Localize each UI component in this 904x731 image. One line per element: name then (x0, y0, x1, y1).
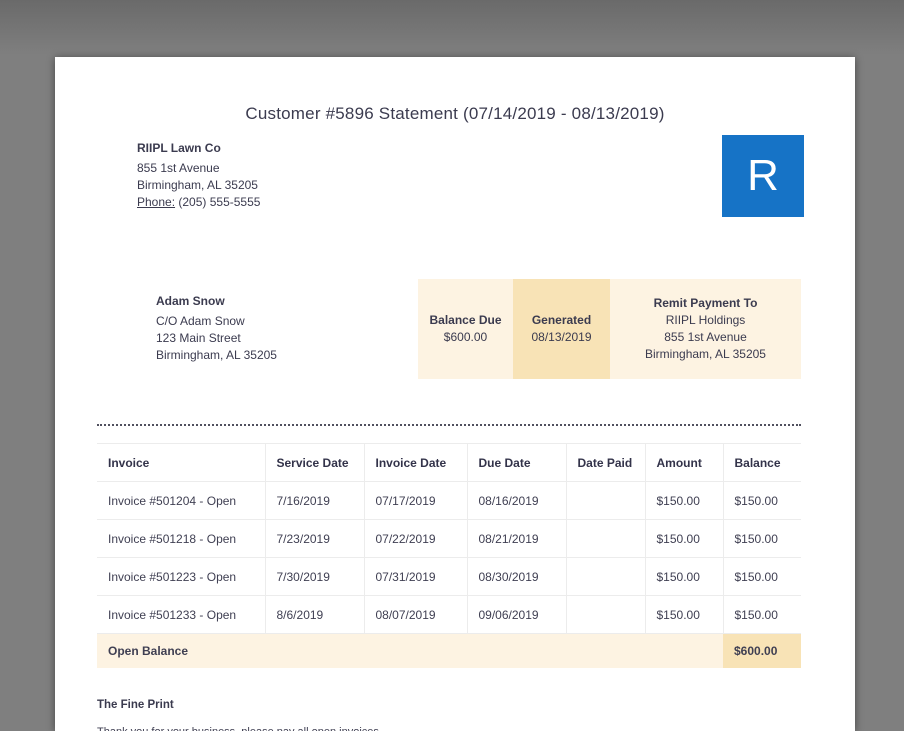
generated-label: Generated (531, 313, 592, 327)
cell-date-paid (565, 519, 645, 558)
customer-summary-row: Adam Snow C/O Adam Snow 123 Main Street … (55, 279, 855, 379)
remit-label: Remit Payment To (653, 296, 758, 310)
header-balance: Balance (722, 443, 801, 482)
cell-service-date: 7/30/2019 (264, 557, 364, 596)
customer-line1: C/O Adam Snow (156, 314, 245, 328)
cell-date-paid (565, 557, 645, 596)
balance-due-cell: Balance Due $600.00 (418, 279, 513, 379)
cell-amount: $150.00 (644, 481, 723, 520)
header-invoice: Invoice (108, 456, 150, 470)
cell-amount: $150.00 (644, 595, 723, 634)
cell-due-date: 09/06/2019 (466, 595, 566, 634)
cell-service-date: 7/16/2019 (264, 481, 364, 520)
remit-line2: 855 1st Avenue (664, 330, 747, 344)
cell-due-date: 08/30/2019 (466, 557, 566, 596)
company-header: RIIPL Lawn Co 855 1st Avenue Birmingham,… (55, 135, 855, 217)
cell-invoice: Invoice #501218 - Open (108, 532, 237, 546)
company-block: RIIPL Lawn Co 855 1st Avenue Birmingham,… (137, 140, 260, 211)
phone-value: (205) 555-5555 (178, 195, 261, 209)
page-title: Customer #5896 Statement (07/14/2019 - 0… (245, 104, 665, 123)
header-invoice-date: Invoice Date (363, 443, 467, 482)
cell-invoice-date: 07/22/2019 (363, 519, 467, 558)
remit-line3: Birmingham, AL 35205 (645, 347, 766, 361)
table-row: Invoice #501223 - Open 7/30/2019 07/31/2… (97, 557, 801, 596)
company-logo: R (722, 135, 804, 217)
table-row: Invoice #501218 - Open 7/23/2019 07/22/2… (97, 519, 801, 558)
cell-service-date: 7/23/2019 (264, 519, 364, 558)
cell-balance: $150.00 (722, 519, 801, 558)
remit-line1: RIIPL Holdings (665, 313, 746, 327)
cell-amount: $150.00 (644, 557, 723, 596)
cell-invoice: Invoice #501204 - Open (108, 494, 237, 508)
fine-print-title: The Fine Print (97, 699, 174, 711)
table-row: Invoice #501204 - Open 7/16/2019 07/17/2… (97, 481, 801, 520)
header-amount: Amount (644, 443, 723, 482)
table-row: Invoice #501233 - Open 8/6/2019 08/07/20… (97, 595, 801, 634)
cell-balance: $150.00 (722, 557, 801, 596)
cell-due-date: 08/21/2019 (466, 519, 566, 558)
header-date-paid: Date Paid (565, 443, 645, 482)
open-balance-value: $600.00 (723, 633, 801, 668)
cell-invoice-date: 07/17/2019 (363, 481, 467, 520)
cell-due-date: 08/16/2019 (466, 481, 566, 520)
generated-value: 08/13/2019 (531, 330, 592, 344)
customer-name: Adam Snow (156, 294, 225, 308)
cell-balance: $150.00 (722, 595, 801, 634)
generated-cell: Generated 08/13/2019 (513, 279, 610, 379)
fine-print-body: Thank you for your business, please pay … (97, 726, 801, 731)
company-address-line1: 855 1st Avenue (137, 161, 220, 175)
customer-line2: 123 Main Street (156, 331, 241, 345)
cell-invoice: Invoice #501223 - Open (108, 570, 237, 584)
cell-balance: $150.00 (722, 481, 801, 520)
cell-invoice-date: 08/07/2019 (363, 595, 467, 634)
company-phone: Phone: (205) 555-5555 (137, 194, 260, 211)
open-balance-row: Open Balance $600.00 (97, 633, 801, 668)
phone-label: Phone: (137, 195, 176, 209)
table-header-row: Invoice Service Date Invoice Date Due Da… (97, 443, 801, 482)
dotted-divider (97, 424, 801, 426)
customer-block: Adam Snow C/O Adam Snow 123 Main Street … (156, 279, 277, 379)
balance-due-label: Balance Due (429, 313, 502, 327)
open-balance-label: Open Balance (97, 633, 723, 668)
logo-letter: R (747, 151, 779, 200)
balance-due-value: $600.00 (443, 330, 488, 344)
cell-invoice: Invoice #501233 - Open (108, 608, 237, 622)
company-name: RIIPL Lawn Co (137, 141, 221, 155)
summary-box: Balance Due $600.00 Generated 08/13/2019… (418, 279, 801, 379)
company-address-line2: Birmingham, AL 35205 (137, 178, 258, 192)
header-due-date: Due Date (466, 443, 566, 482)
customer-line3: Birmingham, AL 35205 (156, 348, 277, 362)
cell-date-paid (565, 595, 645, 634)
fine-print-section: The Fine Print Thank you for your busine… (97, 699, 801, 731)
header-service-date: Service Date (264, 443, 364, 482)
cell-amount: $150.00 (644, 519, 723, 558)
cell-date-paid (565, 481, 645, 520)
statement-page: Customer #5896 Statement (07/14/2019 - 0… (55, 57, 855, 731)
cell-service-date: 8/6/2019 (264, 595, 364, 634)
remit-payment-cell: Remit Payment To RIIPL Holdings 855 1st … (610, 279, 801, 379)
cell-invoice-date: 07/31/2019 (363, 557, 467, 596)
invoice-table: Invoice Service Date Invoice Date Due Da… (97, 443, 801, 668)
